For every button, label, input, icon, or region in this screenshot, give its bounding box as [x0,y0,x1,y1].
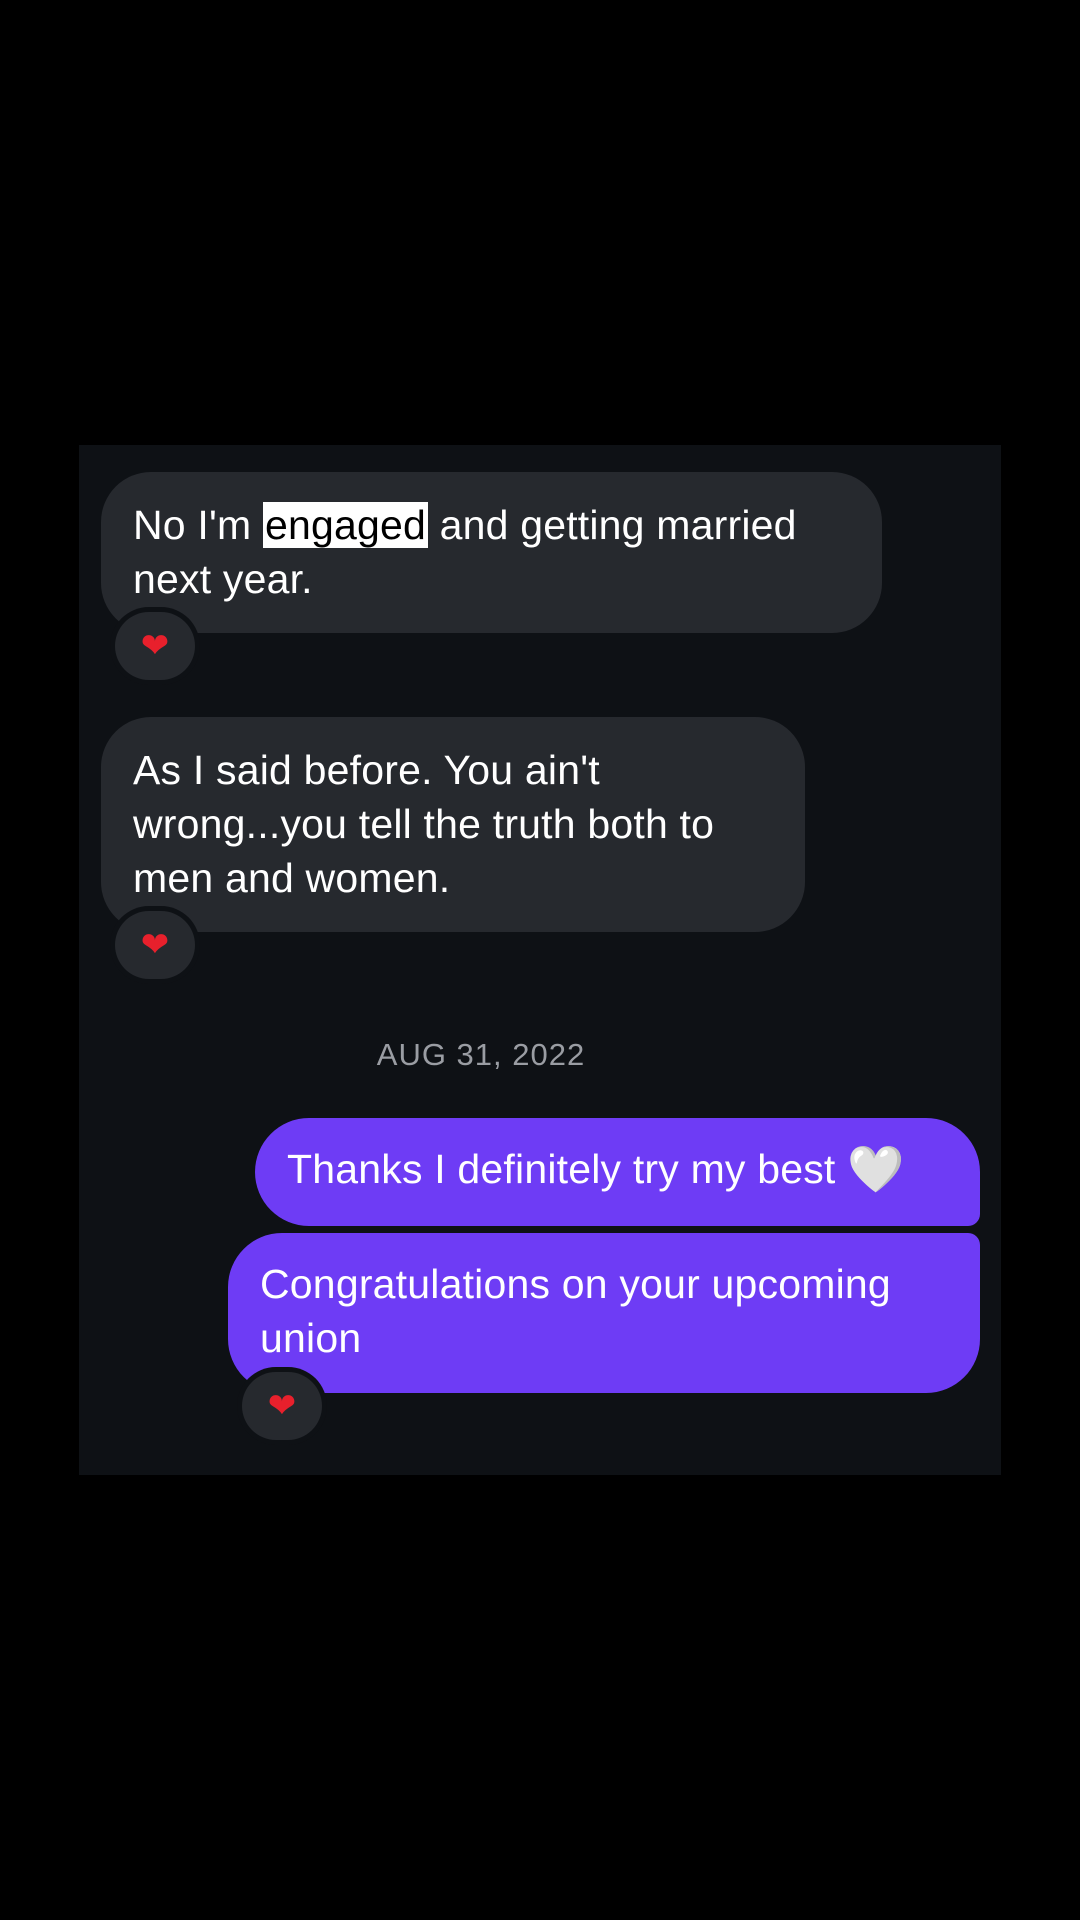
red-heart-icon: ❤ [140,926,170,964]
outgoing-message-bubble[interactable]: Thanks I definitely try my best 🤍 [255,1118,980,1226]
incoming-message-bubble[interactable]: As I said before. You ain't wrong...you … [101,717,805,932]
white-heart-icon: 🤍 [847,1143,905,1195]
chat-panel: No I'm engaged and getting married next … [79,445,1001,1475]
message-text: Congratulations on your upcoming union [260,1261,891,1361]
outgoing-message-bubble[interactable]: Congratulations on your upcoming union [228,1233,980,1393]
red-heart-icon: ❤ [140,627,170,665]
heart-reaction-badge[interactable]: ❤ [115,612,195,680]
incoming-message-bubble[interactable]: No I'm engaged and getting married next … [101,472,882,633]
red-heart-icon: ❤ [267,1387,297,1425]
message-text: No I'm [133,502,263,548]
highlighted-word: engaged [262,502,428,548]
message-text: As I said before. You ain't wrong...you … [133,747,715,901]
message-text: Thanks I definitely try my best [287,1146,836,1192]
heart-reaction-badge[interactable]: ❤ [242,1372,322,1440]
date-separator: AUG 31, 2022 [376,1037,586,1072]
heart-reaction-badge[interactable]: ❤ [115,911,195,979]
